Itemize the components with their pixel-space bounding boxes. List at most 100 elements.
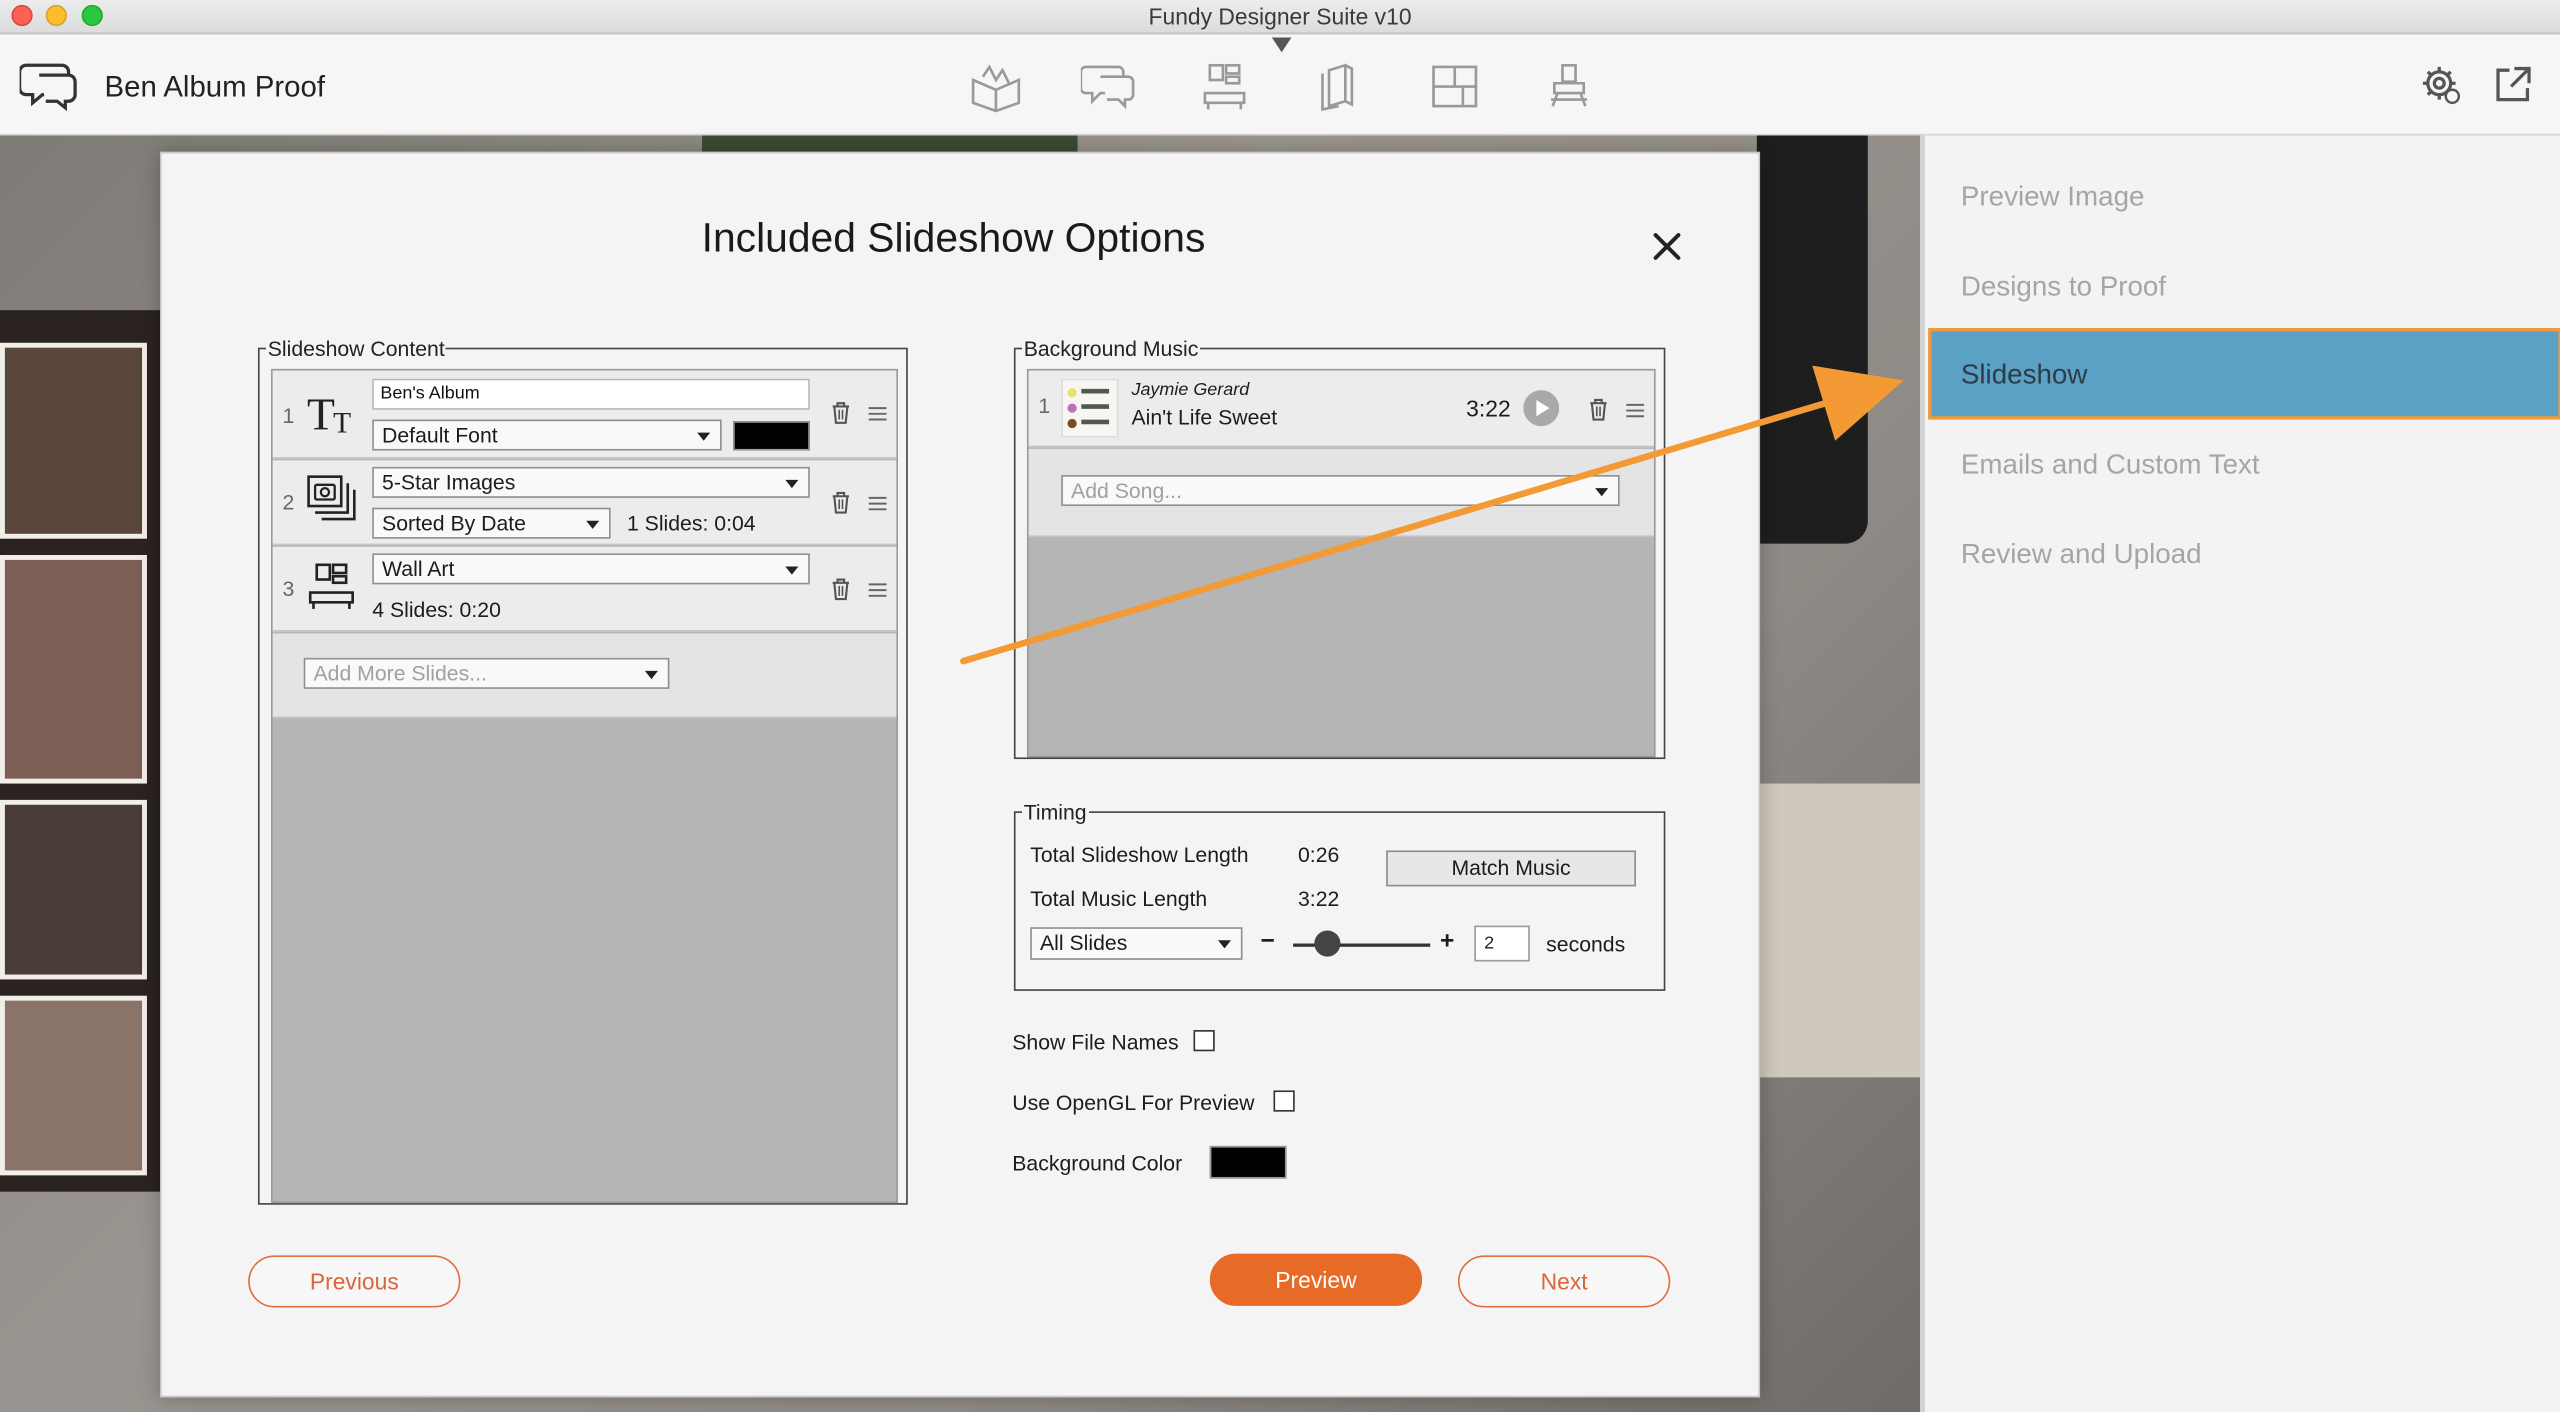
stamp-icon[interactable] bbox=[1541, 60, 1597, 112]
svg-text:T: T bbox=[333, 408, 351, 440]
font-select-value: Default Font bbox=[382, 422, 498, 448]
image-source-value: 5-Star Images bbox=[382, 470, 516, 495]
sidebar-item-preview-image[interactable]: Preview Image bbox=[1961, 181, 2145, 214]
proofing-app-icon[interactable] bbox=[19, 59, 79, 112]
drag-handle-icon[interactable] bbox=[1626, 403, 1645, 418]
background-music-group: Background Music 1 Jaymie Gerard Ain't L… bbox=[1013, 336, 1666, 760]
images-stack-icon bbox=[307, 475, 356, 521]
background-paper bbox=[1756, 783, 1921, 1078]
chevron-down-icon bbox=[586, 520, 600, 529]
timing-scope-select[interactable]: All Slides bbox=[1030, 927, 1243, 960]
image-source-select[interactable]: 5-Star Images bbox=[372, 466, 810, 498]
slide-text-input[interactable]: Ben's Album bbox=[372, 378, 810, 410]
title-bar: Fundy Designer Suite v10 bbox=[0, 0, 2560, 35]
slideshow-content-legend: Slideshow Content bbox=[267, 336, 445, 361]
background-plant bbox=[702, 135, 1078, 152]
trash-icon[interactable] bbox=[831, 491, 851, 514]
text-color-swatch[interactable] bbox=[733, 421, 810, 451]
album-icon[interactable] bbox=[968, 60, 1024, 113]
total-slideshow-length-value: 0:26 bbox=[1297, 842, 1340, 867]
add-song-placeholder: Add Song... bbox=[1071, 478, 1182, 503]
sidebar: Preview Image Designs to Proof Slideshow… bbox=[1920, 135, 2560, 1412]
slide-row-text[interactable]: 1 T T Ben's Album Default Font bbox=[272, 370, 897, 459]
add-more-slides-placeholder: Add More Slides... bbox=[313, 661, 487, 686]
music-list: 1 Jaymie Gerard Ain't Life Sweet 3:22 Ad… bbox=[1026, 368, 1656, 758]
slide-row-wall-art[interactable]: 3 Wall Art 4 Slides: 0:20 bbox=[272, 546, 897, 632]
trash-icon[interactable] bbox=[831, 402, 851, 425]
chevron-down-icon bbox=[785, 566, 799, 575]
slide-row-images[interactable]: 2 5-Star Images Sorted By Date 1 Slides:… bbox=[272, 460, 897, 546]
total-music-length-value: 3:22 bbox=[1297, 886, 1340, 911]
song-row-number: 1 bbox=[1038, 393, 1051, 418]
background-music-legend: Background Music bbox=[1023, 336, 1199, 361]
main-toolbar: Ben Album Proof bbox=[0, 34, 2560, 136]
timing-legend: Timing bbox=[1023, 799, 1087, 825]
song-title: Ain't Life Sweet bbox=[1131, 404, 1278, 430]
chevron-down-icon bbox=[785, 479, 799, 489]
timing-scope-value: All Slides bbox=[1040, 930, 1128, 955]
next-button[interactable]: Next bbox=[1458, 1255, 1671, 1308]
chevron-down-icon bbox=[697, 432, 711, 441]
slideshow-content-list: 1 T T Ben's Album Default Font 2 5-Star … bbox=[271, 368, 898, 1204]
proofing-icon[interactable] bbox=[1080, 60, 1137, 112]
match-music-button[interactable]: Match Music bbox=[1386, 850, 1636, 887]
use-opengl-checkbox[interactable] bbox=[1273, 1090, 1295, 1112]
add-song-row: Add Song... bbox=[1028, 448, 1654, 538]
sidebar-item-label: Slideshow bbox=[1960, 359, 2088, 391]
slideshow-content-group: Slideshow Content 1 T T Ben's Album Defa… bbox=[257, 336, 908, 1205]
slideshow-options-dialog: Included Slideshow Options Slideshow Con… bbox=[160, 151, 1761, 1398]
sidebar-item-slideshow[interactable]: Slideshow bbox=[1928, 328, 2560, 420]
external-link-icon[interactable] bbox=[2492, 64, 2534, 106]
slide-row-number: 2 bbox=[282, 489, 295, 515]
add-song-select[interactable]: Add Song... bbox=[1061, 475, 1620, 507]
show-file-names-label: Show File Names bbox=[1012, 1030, 1179, 1055]
total-music-length-label: Total Music Length bbox=[1030, 886, 1208, 911]
drag-handle-icon[interactable] bbox=[868, 406, 887, 421]
settings-icon[interactable] bbox=[2420, 64, 2462, 106]
trash-icon[interactable] bbox=[1589, 398, 1609, 421]
active-tool-indicator bbox=[1271, 37, 1292, 53]
song-row[interactable]: 1 Jaymie Gerard Ain't Life Sweet 3:22 bbox=[1028, 370, 1654, 448]
play-icon[interactable] bbox=[1522, 389, 1561, 428]
add-more-slides-select[interactable]: Add More Slides... bbox=[303, 657, 670, 689]
trash-icon[interactable] bbox=[831, 578, 851, 601]
duration-slider-handle[interactable] bbox=[1314, 930, 1341, 957]
close-icon[interactable] bbox=[1646, 225, 1688, 267]
wall-art-source-select[interactable]: Wall Art bbox=[372, 553, 810, 585]
use-opengl-label: Use OpenGL For Preview bbox=[1012, 1090, 1255, 1115]
slide-row-number: 1 bbox=[282, 403, 295, 428]
preview-button[interactable]: Preview bbox=[1209, 1253, 1423, 1306]
wall-art-icon bbox=[308, 563, 354, 609]
sort-order-select[interactable]: Sorted By Date bbox=[372, 507, 611, 539]
wall-art-icon[interactable] bbox=[1198, 60, 1254, 112]
book-icon[interactable] bbox=[1313, 60, 1369, 112]
slide-row-number: 3 bbox=[282, 576, 295, 601]
total-slideshow-length-label: Total Slideshow Length bbox=[1030, 842, 1249, 867]
increase-duration-button[interactable]: + bbox=[1440, 927, 1454, 955]
background-color-label: Background Color bbox=[1012, 1150, 1183, 1176]
slide-count-info: 1 Slides: 0:04 bbox=[626, 510, 756, 536]
album-title: Ben Album Proof bbox=[104, 70, 326, 103]
sidebar-item-designs-to-proof[interactable]: Designs to Proof bbox=[1961, 271, 2166, 304]
background-color-swatch[interactable] bbox=[1209, 1145, 1287, 1179]
add-more-slides-row: Add More Slides... bbox=[272, 633, 897, 719]
show-file-names-checkbox[interactable] bbox=[1193, 1030, 1215, 1052]
font-select[interactable]: Default Font bbox=[372, 419, 722, 451]
background-tablet bbox=[1756, 135, 1868, 544]
sidebar-item-emails-and-custom-text[interactable]: Emails and Custom Text bbox=[1961, 449, 2260, 482]
layout-icon[interactable] bbox=[1427, 60, 1483, 112]
chevron-down-icon bbox=[1595, 488, 1609, 497]
sidebar-item-review-and-upload[interactable]: Review and Upload bbox=[1961, 539, 2202, 572]
chevron-down-icon bbox=[1217, 940, 1232, 949]
dialog-title: Included Slideshow Options bbox=[701, 215, 1206, 262]
previous-button[interactable]: Previous bbox=[248, 1255, 461, 1308]
decrease-duration-button[interactable]: − bbox=[1260, 927, 1274, 955]
album-art-thumbnail bbox=[1061, 378, 1119, 438]
window-title: Fundy Designer Suite v10 bbox=[1148, 3, 1412, 30]
drag-handle-icon[interactable] bbox=[868, 583, 887, 598]
sort-order-value: Sorted By Date bbox=[382, 510, 526, 536]
drag-handle-icon[interactable] bbox=[868, 496, 887, 511]
seconds-input[interactable]: 2 bbox=[1474, 925, 1530, 962]
wall-art-source-value: Wall Art bbox=[382, 556, 455, 582]
song-artist: Jaymie Gerard bbox=[1131, 380, 1250, 400]
